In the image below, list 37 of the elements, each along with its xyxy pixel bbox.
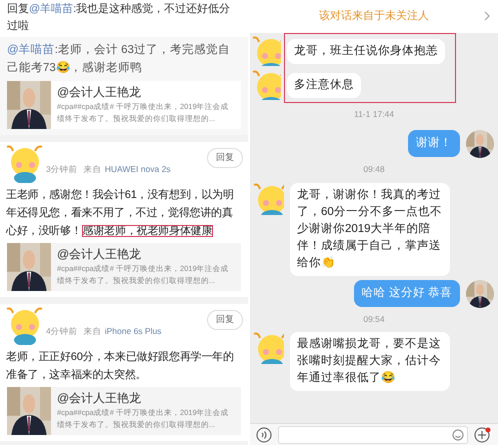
avatar-icon	[5, 307, 43, 345]
timestamp: 09:54	[363, 312, 385, 326]
card-title: @会计人王艳龙	[57, 84, 142, 101]
source-label: 来自	[84, 324, 102, 338]
message-bubble: 多注意休息	[287, 72, 361, 98]
timestamp: 09:48	[363, 162, 385, 176]
avatar-icon	[252, 332, 284, 364]
timestamp: 11-1 17:44	[354, 108, 394, 121]
message-bubble: 最感谢嘴损龙哥，要不是这张嘴时刻提醒大家，估计今年通过率很低了😂	[290, 332, 450, 392]
add-icon	[474, 426, 492, 442]
message-bubble: 谢谢！	[408, 130, 460, 157]
avatar-icon	[5, 145, 43, 183]
avatar-icon	[252, 182, 284, 214]
comment-text: 老师，正正好60分，本来已做好跟您再学一年的准备了，这幸福来的太突然。	[5, 350, 235, 383]
mention-link[interactable]: @羊喵苗	[7, 44, 55, 56]
reply-text: 回复@羊喵苗:我也是这种感觉，不过还好低分过啦	[6, 2, 232, 34]
card-title: @会计人王艳龙	[57, 246, 142, 263]
voice-icon	[256, 426, 272, 442]
post-time: 3分钟前	[46, 162, 78, 176]
device-name: HUAWEI nova 2s	[104, 162, 171, 176]
message-bubble: 龙哥，班主任说你身体抱恙	[287, 38, 445, 64]
avatar-icon	[251, 70, 281, 100]
source-label: 来自	[84, 162, 102, 176]
notice-text: 该对话来自于未关注人	[319, 8, 429, 24]
quoted-text: @羊喵苗:老师，会计 63过了，考完感觉自己能考73😂，感谢老师鸭	[6, 42, 231, 76]
device-name: iPhone 6s Plus	[104, 324, 162, 338]
reply-button[interactable]: 回复	[207, 148, 243, 168]
card-title: @会计人王艳龙	[57, 390, 142, 407]
message-bubble: 龙哥，谢谢你！我真的考过了，60分一分不多一点也不少谢谢你2019大半年的陪伴！成绩属于自己，掌声送给你👏	[290, 182, 450, 276]
post-time: 4分钟前	[46, 324, 78, 338]
message-bubble: 哈哈 这分好 恭喜	[354, 280, 460, 306]
mention-link[interactable]: @羊喵苗	[29, 3, 74, 15]
emoji-icon	[452, 428, 464, 440]
chevron-icon	[484, 11, 490, 21]
avatar-icon	[251, 36, 281, 66]
reply-button[interactable]: 回复	[207, 310, 243, 330]
message-input[interactable]	[278, 426, 468, 444]
